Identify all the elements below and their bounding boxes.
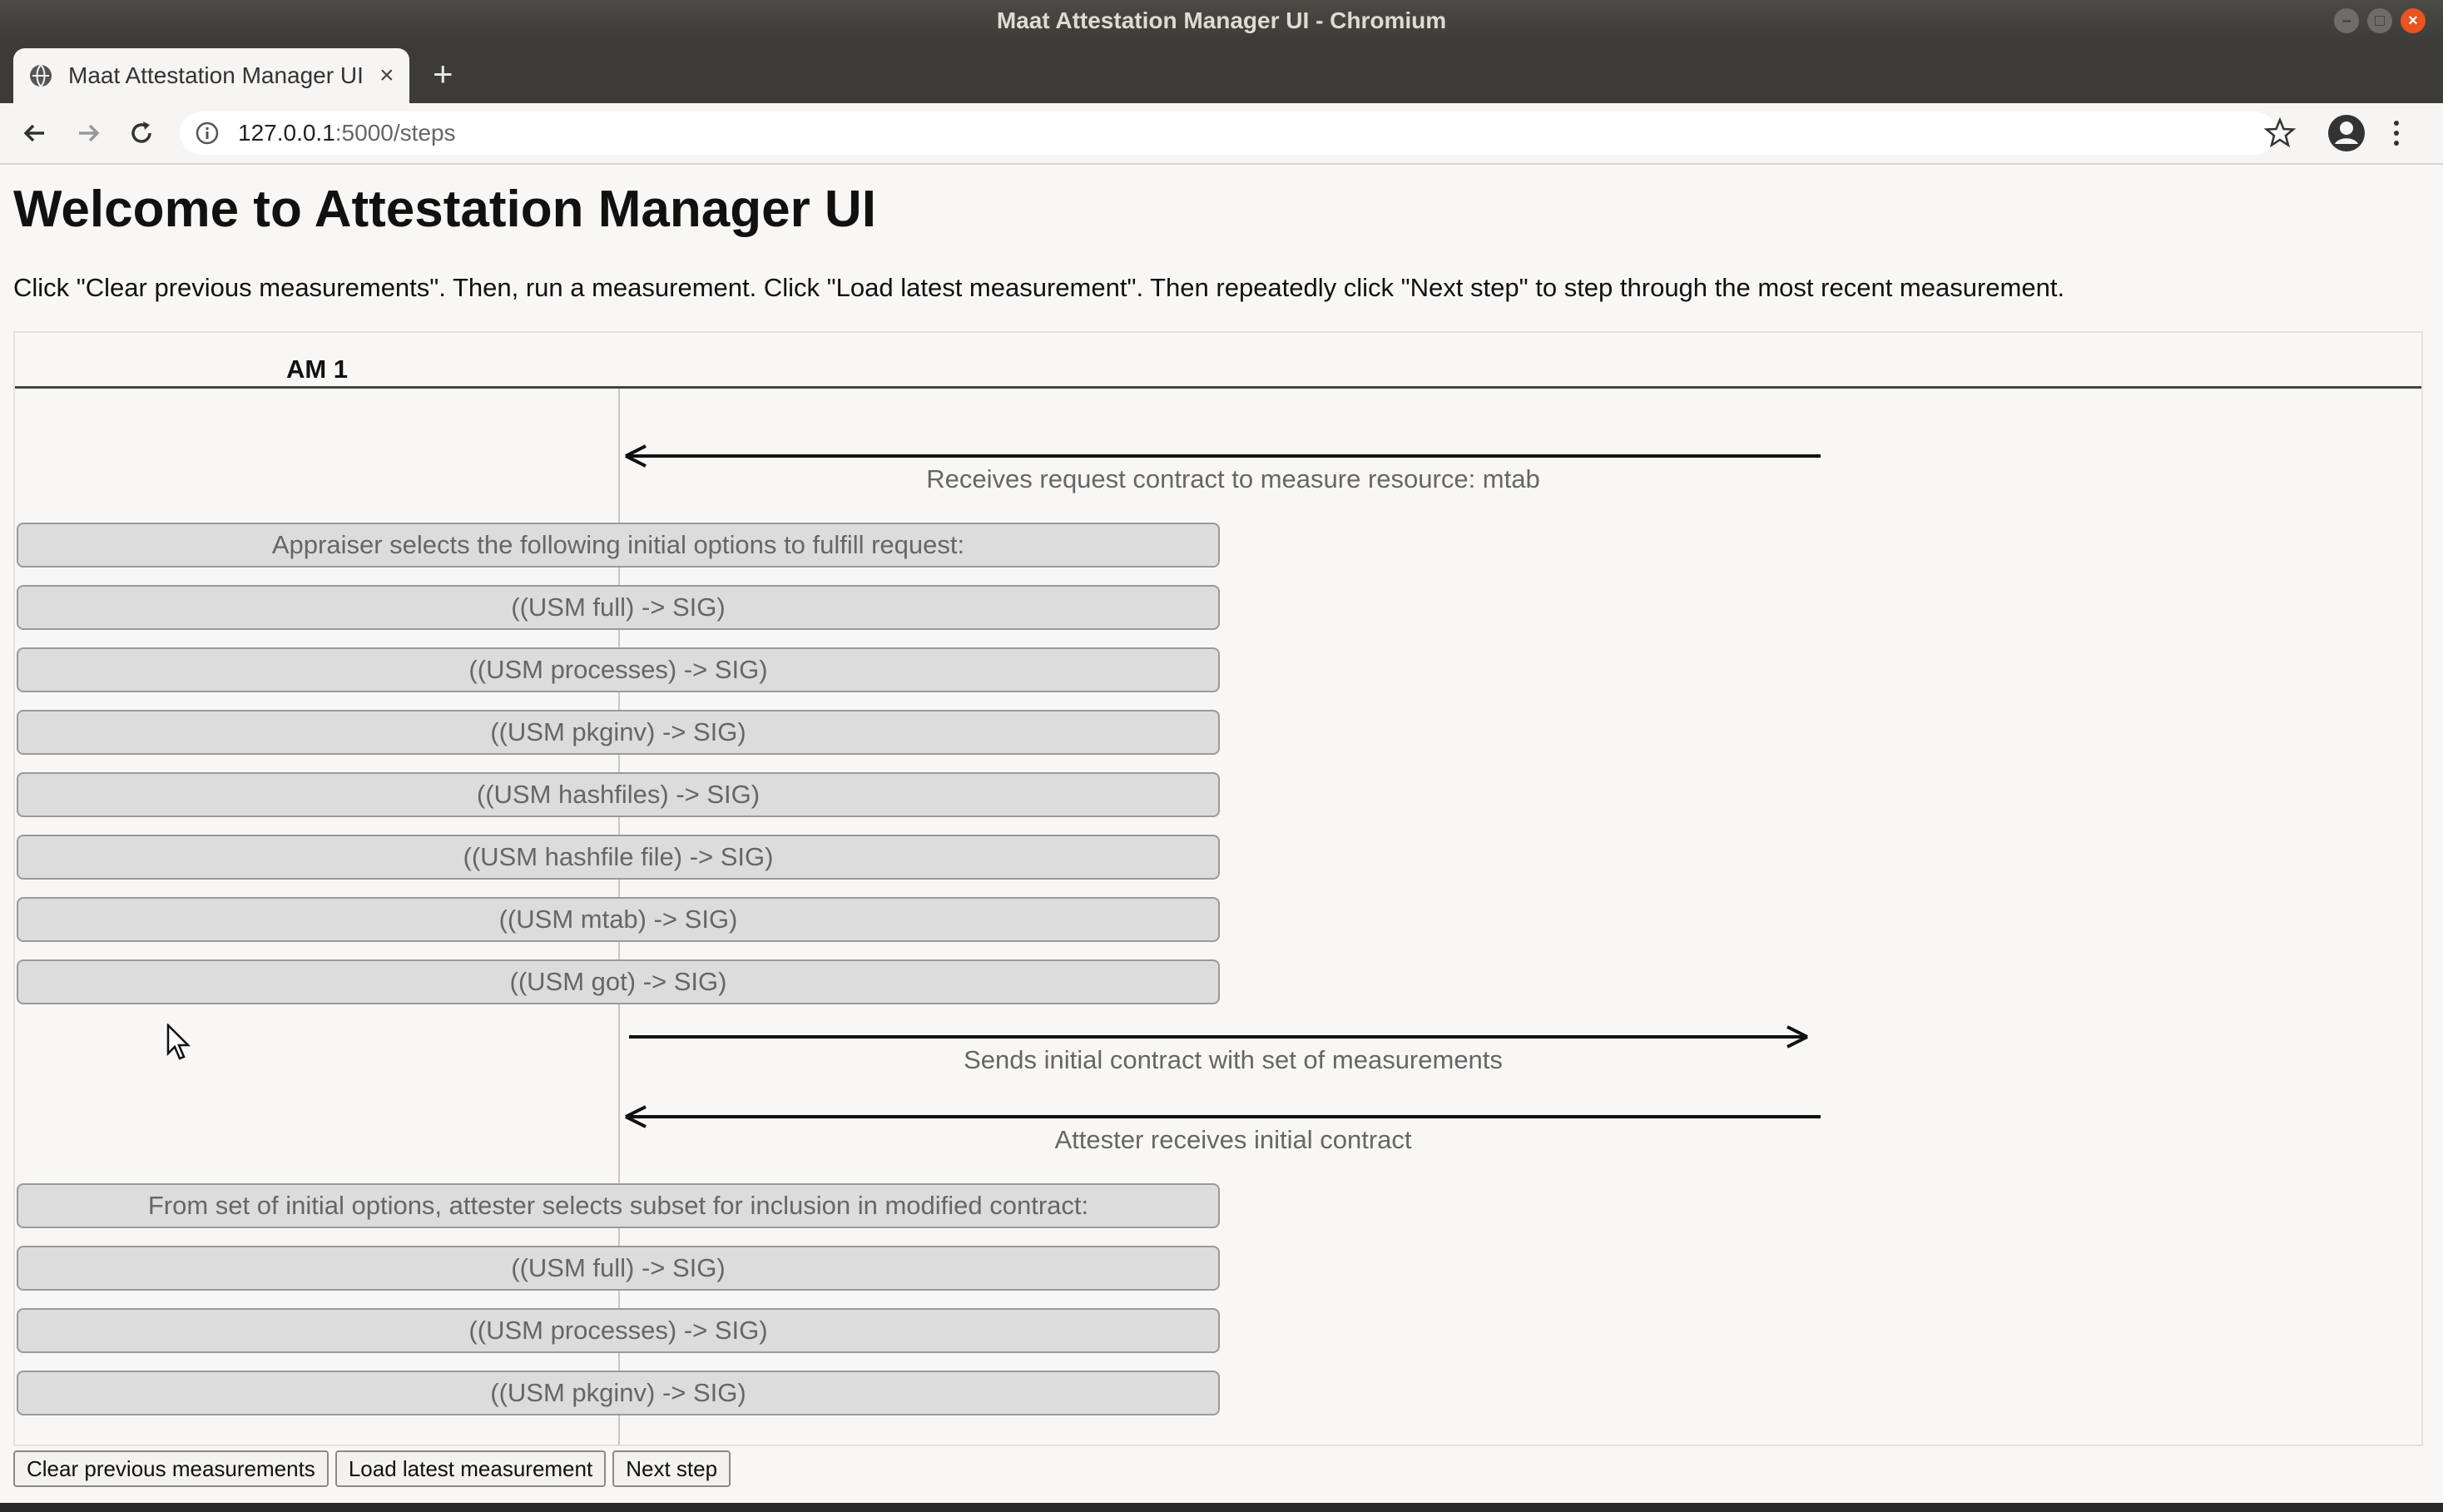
minimize-icon[interactable]: –	[2334, 8, 2359, 33]
lane-header: AM 1	[285, 354, 349, 384]
tab-active[interactable]: Maat Attestation Manager UI ×	[13, 48, 409, 103]
clear-measurements-button[interactable]: Clear previous measurements	[13, 1450, 329, 1487]
step-box: ((USM hashfiles) -> SIG)	[17, 772, 1220, 817]
globe-icon	[30, 64, 52, 87]
tab-close-icon[interactable]: ×	[379, 62, 394, 90]
reload-icon[interactable]	[125, 116, 158, 150]
step-box: ((USM processes) -> SIG)	[17, 1308, 1220, 1353]
step-box: ((USM hashfile file) -> SIG)	[17, 835, 1220, 880]
profile-avatar-icon[interactable]	[2327, 113, 2366, 157]
bookmark-star-icon[interactable]	[2263, 116, 2297, 154]
step-box: ((USM processes) -> SIG)	[17, 647, 1220, 692]
instructions-text: Click "Clear previous measurements". The…	[13, 273, 2065, 302]
page-title: Welcome to Attestation Manager UI	[13, 181, 876, 238]
mouse-cursor-icon	[166, 1024, 191, 1060]
forward-arrow-icon[interactable]	[72, 116, 105, 150]
url-text: 127.0.0.1:5000/steps	[238, 120, 456, 146]
step-box: ((USM mtab) -> SIG)	[17, 897, 1220, 942]
tab-title: Maat Attestation Manager UI	[68, 62, 364, 88]
next-step-button[interactable]: Next step	[612, 1450, 731, 1487]
window-title: Maat Attestation Manager UI - Chromium	[996, 7, 1447, 33]
browser-window: Maat Attestation Manager UI - Chromium –…	[0, 0, 2443, 1512]
back-arrow-icon[interactable]	[18, 116, 52, 150]
url-host: 127.0.0.1	[238, 120, 335, 146]
load-measurement-button[interactable]: Load latest measurement	[334, 1450, 607, 1487]
window-title-bar: Maat Attestation Manager UI - Chromium –…	[0, 0, 2443, 42]
desktop-strip	[0, 1503, 2443, 1512]
header-divider	[15, 386, 2421, 389]
message-label: Receives request contract to measure res…	[926, 464, 1540, 493]
message-label: Attester receives initial contract	[1054, 1125, 1412, 1154]
step-box: From set of initial options, attester se…	[17, 1183, 1220, 1228]
step-box: ((USM pkginv) -> SIG)	[17, 1371, 1220, 1415]
step-box: ((USM got) -> SIG)	[17, 959, 1220, 1004]
browser-toolbar: 127.0.0.1:5000/steps	[0, 103, 2443, 165]
control-buttons: Clear previous measurements Load latest …	[13, 1450, 731, 1487]
page-content: Welcome to Attestation Manager UI Click …	[0, 165, 2443, 1512]
kebab-menu-icon[interactable]	[2388, 116, 2405, 154]
step-box: ((USM full) -> SIG)	[17, 585, 1220, 630]
step-box: ((USM pkginv) -> SIG)	[17, 710, 1220, 755]
message-label: Sends initial contract with set of measu…	[964, 1045, 1503, 1074]
maximize-icon[interactable]: □	[2367, 8, 2392, 33]
step-box: Appraiser selects the following initial …	[17, 523, 1220, 568]
step-box: ((USM full) -> SIG)	[17, 1246, 1220, 1291]
tab-strip: Maat Attestation Manager UI × +	[0, 42, 2443, 103]
sequence-diagram: AM 1 Receives request contract to measur…	[13, 331, 2423, 1446]
new-tab-icon[interactable]: +	[433, 57, 453, 92]
url-path: :5000/steps	[334, 120, 456, 146]
address-bar[interactable]: 127.0.0.1:5000/steps	[180, 112, 2277, 155]
info-icon[interactable]	[195, 121, 220, 146]
close-window-icon[interactable]: ×	[2401, 8, 2426, 33]
